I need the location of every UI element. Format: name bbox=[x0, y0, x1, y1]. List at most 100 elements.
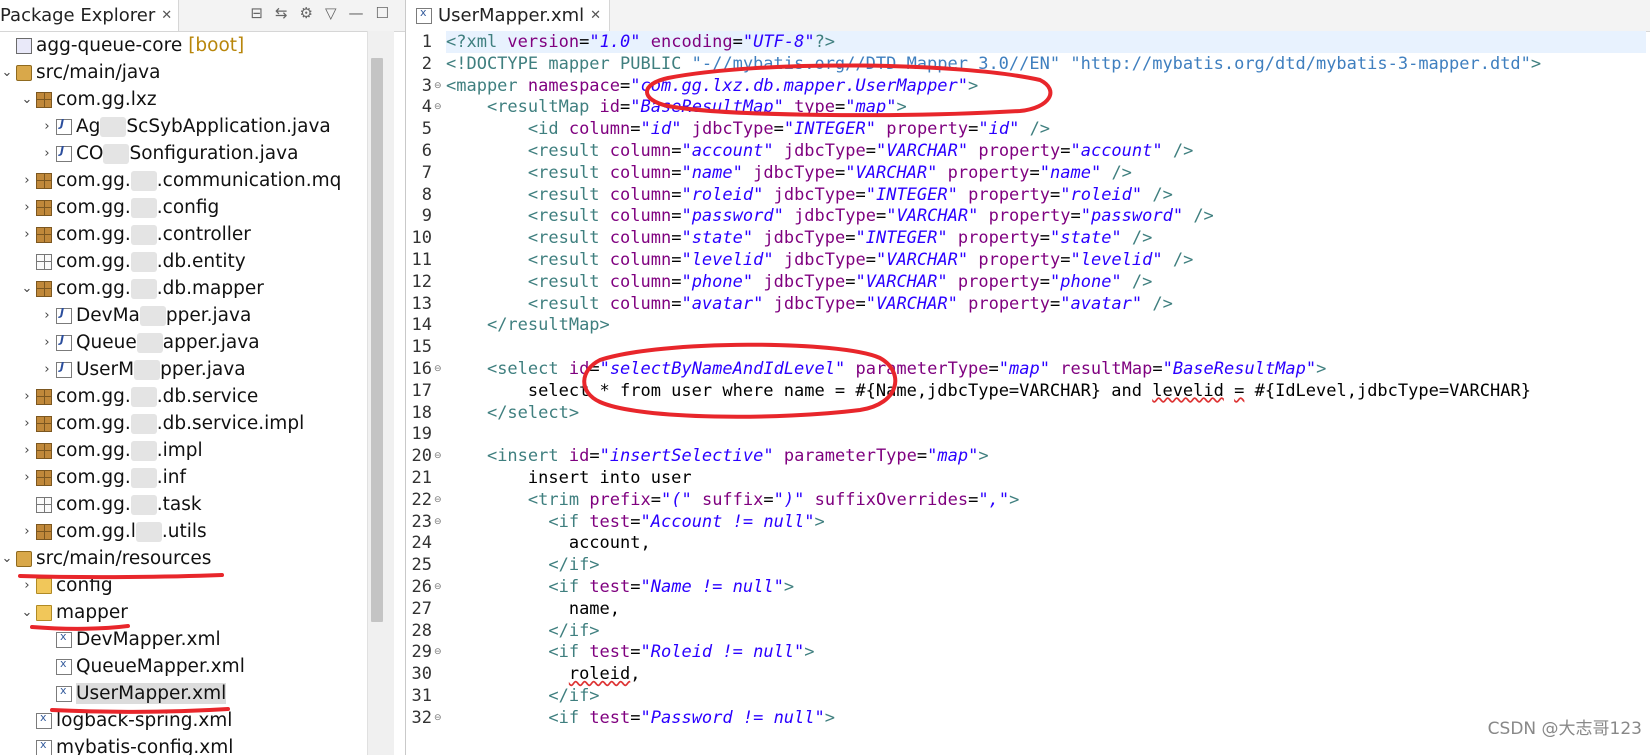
expand-chevron-icon[interactable]: ⌄ bbox=[0, 551, 14, 566]
code-line[interactable]: <result column="state" jdbcType="INTEGER… bbox=[446, 227, 1153, 249]
collapse-chevron-icon[interactable]: › bbox=[20, 524, 34, 539]
collapse-chevron-icon[interactable]: › bbox=[20, 416, 34, 431]
expand-chevron-icon[interactable]: ⌄ bbox=[20, 92, 34, 107]
code-line[interactable]: <trim prefix="(" suffix=")" suffixOverri… bbox=[446, 489, 1019, 511]
tree-item[interactable]: › CO Sonfiguration.java bbox=[40, 140, 298, 167]
collapse-chevron-icon[interactable]: › bbox=[20, 578, 34, 593]
code-line[interactable]: select * from user where name = #{Name,j… bbox=[446, 380, 1531, 402]
code-line[interactable]: </resultMap> bbox=[446, 314, 610, 336]
tree-item[interactable]: mybatis-config.xml bbox=[20, 734, 233, 755]
code-token: = bbox=[732, 32, 743, 52]
maximize-icon[interactable]: ☐ bbox=[376, 4, 389, 22]
code-line[interactable]: account, bbox=[446, 532, 651, 554]
code-line[interactable]: <if test="Roleid != null"> bbox=[446, 641, 814, 663]
tree-item[interactable]: ⌄ com.gg. .db.mapper bbox=[20, 275, 264, 302]
view-menu-icon[interactable]: ▽ bbox=[325, 4, 337, 22]
tree-item[interactable]: › Ag ScSybApplication.java bbox=[40, 113, 331, 140]
collapse-chevron-icon[interactable]: › bbox=[40, 335, 54, 350]
code-line[interactable]: </if> bbox=[446, 554, 599, 576]
tree-item[interactable]: UserMapper.xml bbox=[40, 680, 227, 707]
code-line[interactable]: <if test="Name != null"> bbox=[446, 576, 794, 598]
collapse-chevron-icon[interactable]: › bbox=[20, 389, 34, 404]
collapse-chevron-icon[interactable]: › bbox=[40, 146, 54, 161]
tree-item[interactable]: com.gg. .db.entity bbox=[20, 248, 246, 275]
fold-toggle-icon[interactable]: ⊖ bbox=[434, 75, 444, 97]
fold-toggle-icon[interactable]: ⊖ bbox=[434, 641, 444, 663]
code-line[interactable]: <insert id="insertSelective" parameterTy… bbox=[446, 445, 989, 467]
fold-toggle-icon[interactable]: ⊖ bbox=[434, 358, 444, 380]
collapse-all-icon[interactable]: ⊟ bbox=[250, 4, 263, 22]
code-line[interactable]: </if> bbox=[446, 620, 599, 642]
code-line[interactable]: <!DOCTYPE mapper PUBLIC "-//mybatis.org/… bbox=[446, 53, 1541, 75]
code-token: = bbox=[763, 489, 774, 510]
collapse-chevron-icon[interactable]: › bbox=[20, 227, 34, 242]
code-line[interactable]: <select id="selectByNameAndIdLevel" para… bbox=[446, 358, 1326, 380]
code-token: "name" bbox=[1039, 162, 1102, 183]
tree-item[interactable]: › com.gg. .communication.mq bbox=[20, 167, 341, 194]
collapse-chevron-icon[interactable]: › bbox=[40, 308, 54, 323]
code-line[interactable]: name, bbox=[446, 598, 620, 620]
code-line[interactable]: <id column="id" jdbcType="INTEGER" prope… bbox=[446, 118, 1050, 140]
close-icon[interactable]: ✕ bbox=[590, 8, 601, 23]
tree-item[interactable]: ⌄ mapper bbox=[20, 599, 128, 626]
tree-item[interactable]: com.gg. .task bbox=[20, 491, 202, 518]
tree-item[interactable]: › com.gg. .controller bbox=[20, 221, 251, 248]
close-icon[interactable]: ✕ bbox=[161, 8, 172, 23]
code-line[interactable]: <result column="account" jdbcType="VARCH… bbox=[446, 140, 1193, 162]
fold-toggle-icon[interactable]: ⊖ bbox=[434, 489, 444, 511]
code-line[interactable]: <result column="phone" jdbcType="VARCHAR… bbox=[446, 271, 1153, 293]
fold-toggle-icon[interactable]: ⊖ bbox=[434, 576, 444, 598]
tree-item[interactable]: › Queue apper.java bbox=[40, 329, 260, 356]
tree-item[interactable]: QueueMapper.xml bbox=[40, 653, 245, 680]
code-line[interactable]: insert into user bbox=[446, 467, 692, 489]
code-line[interactable]: </if> bbox=[446, 685, 599, 707]
tab-usermapper-xml[interactable]: UserMapper.xml ✕ bbox=[406, 0, 611, 31]
code-line[interactable]: </select> bbox=[446, 402, 579, 424]
tree-item[interactable]: › com.gg. .inf bbox=[20, 464, 186, 491]
collapse-chevron-icon[interactable]: › bbox=[20, 173, 34, 188]
tab-package-explorer[interactable]: Package Explorer ✕ bbox=[0, 0, 180, 31]
collapse-chevron-icon[interactable]: › bbox=[20, 443, 34, 458]
code-line[interactable]: <resultMap id="BaseResultMap" type="map"… bbox=[446, 96, 907, 118]
tree-item[interactable]: ⌄ com.gg.lxz bbox=[20, 86, 157, 113]
code-line[interactable]: <if test="Account != null"> bbox=[446, 511, 824, 533]
tree-item[interactable]: › com.gg. .config bbox=[20, 194, 219, 221]
tree-item[interactable]: › com.gg. .db.service.impl bbox=[20, 410, 304, 437]
code-line[interactable]: <?xml version="1.0" encoding="UTF-8"?> bbox=[446, 31, 1646, 53]
collapse-chevron-icon[interactable]: › bbox=[40, 119, 54, 134]
code-line[interactable]: roleid, bbox=[446, 663, 641, 685]
tree-item[interactable]: logback-spring.xml bbox=[20, 707, 232, 734]
minimize-icon[interactable]: — bbox=[349, 4, 364, 22]
tree-item[interactable]: ⌄ src/main/resources bbox=[0, 545, 212, 572]
link-with-editor-icon[interactable]: ⇆ bbox=[275, 4, 288, 22]
code-line[interactable]: <mapper namespace="com.gg.lxz.db.mapper.… bbox=[446, 75, 978, 97]
line-number: 28 bbox=[411, 620, 432, 641]
collapse-chevron-icon[interactable]: › bbox=[20, 470, 34, 485]
tree-item[interactable]: › com.gg.l .utils bbox=[20, 518, 207, 545]
code-line[interactable]: <result column="name" jdbcType="VARCHAR"… bbox=[446, 162, 1132, 184]
scrollbar-thumb[interactable] bbox=[371, 58, 383, 622]
code-line[interactable]: <if test="Password != null"> bbox=[446, 707, 835, 729]
code-line[interactable]: <result column="password" jdbcType="VARC… bbox=[446, 205, 1214, 227]
code-line[interactable]: <result column="avatar" jdbcType="VARCHA… bbox=[446, 293, 1173, 315]
expand-chevron-icon[interactable]: ⌄ bbox=[20, 281, 34, 296]
tree-item[interactable]: › DevMa pper.java bbox=[40, 302, 251, 329]
collapse-chevron-icon[interactable]: › bbox=[40, 362, 54, 377]
expand-chevron-icon[interactable]: ⌄ bbox=[0, 65, 14, 80]
tree-item[interactable]: › UserM pper.java bbox=[40, 356, 246, 383]
tree-item[interactable]: › com.gg. .impl bbox=[20, 437, 203, 464]
code-line[interactable]: <result column="roleid" jdbcType="INTEGE… bbox=[446, 184, 1173, 206]
collapse-chevron-icon[interactable]: › bbox=[20, 200, 34, 215]
fold-toggle-icon[interactable]: ⊖ bbox=[434, 96, 444, 118]
expand-chevron-icon[interactable]: ⌄ bbox=[20, 605, 34, 620]
tree-item[interactable]: DevMapper.xml bbox=[40, 626, 221, 653]
filters-icon[interactable]: ⚙ bbox=[300, 4, 313, 22]
fold-toggle-icon[interactable]: ⊖ bbox=[434, 511, 444, 533]
tree-item[interactable]: ⌄ src/main/java bbox=[0, 59, 161, 86]
tree-item[interactable]: › com.gg. .db.service bbox=[20, 383, 258, 410]
tree-item[interactable]: agg-queue-core [boot] bbox=[0, 32, 244, 59]
fold-toggle-icon[interactable]: ⊖ bbox=[434, 707, 444, 729]
tree-item[interactable]: › config bbox=[20, 572, 112, 599]
fold-toggle-icon[interactable]: ⊖ bbox=[434, 445, 444, 467]
code-line[interactable]: <result column="levelid" jdbcType="VARCH… bbox=[446, 249, 1193, 271]
